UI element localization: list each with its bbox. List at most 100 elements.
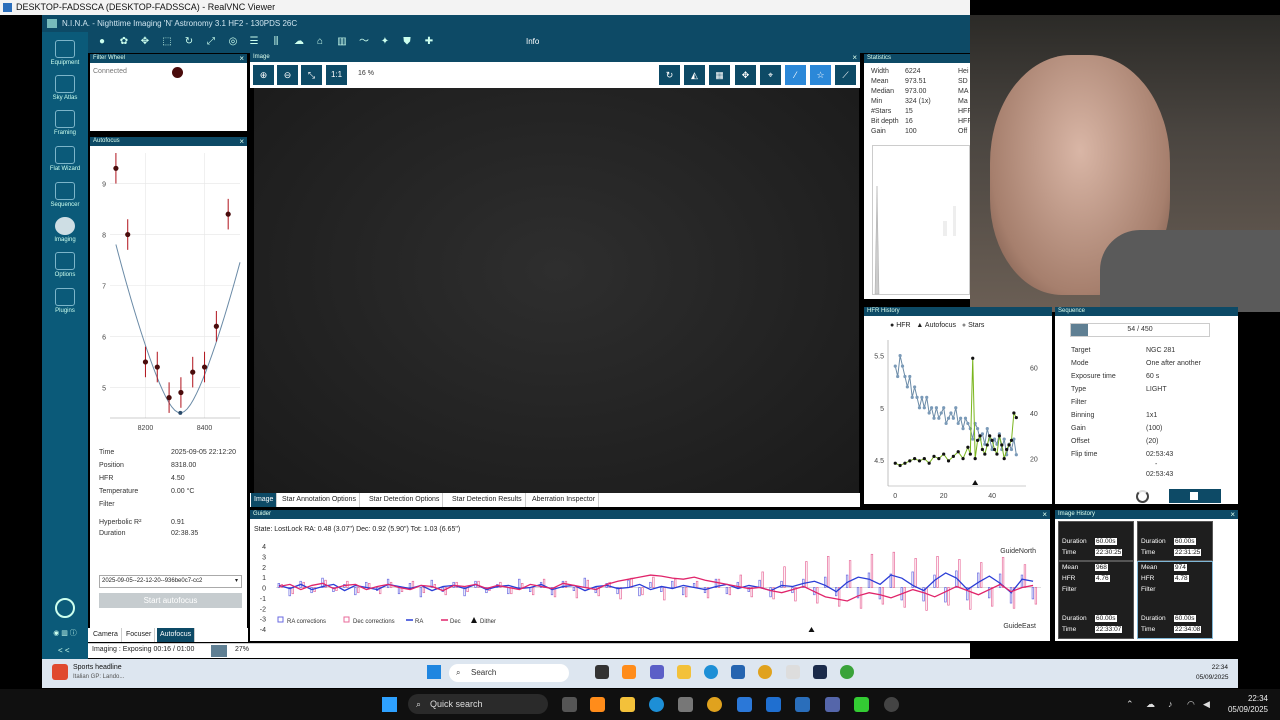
file-explorer-icon[interactable] [677, 665, 691, 679]
close-icon[interactable]: × [852, 53, 857, 62]
remote-clock[interactable]: 22:34 05/09/2025 [1196, 663, 1229, 683]
edge-icon[interactable] [704, 665, 718, 679]
windows-start-icon[interactable] [427, 665, 441, 679]
rotate-icon[interactable]: ↻ [659, 65, 680, 85]
shield-icon[interactable]: ⛊ [401, 36, 413, 48]
close-icon[interactable]: × [239, 54, 244, 63]
taskview-icon[interactable] [595, 665, 609, 679]
mail-icon[interactable] [737, 697, 752, 712]
hfr-point [910, 395, 914, 399]
lightbulb-icon[interactable]: ✦ [379, 36, 391, 48]
sidebar-item-imaging[interactable]: Imaging [42, 217, 88, 243]
windows-start-icon[interactable] [382, 697, 397, 712]
refresh-status-icon[interactable]: ↻ [183, 36, 195, 48]
focuser-status-icon[interactable]: ✥ [139, 36, 151, 48]
microphone-icon[interactable]: ♪ [1168, 699, 1173, 709]
stat-value: 973.00 [905, 88, 927, 95]
volume-icon[interactable]: ◀ [1203, 699, 1210, 710]
sidebar-small-icons[interactable]: ◉ ▥ ⓘ [46, 628, 84, 637]
crosshair-icon[interactable]: ✥ [735, 65, 756, 85]
store-icon[interactable] [731, 665, 745, 679]
autofocus-run-select[interactable]: 2025-09-05--22-12-20--936be0c7-cc2 ▾ [99, 575, 242, 588]
start-autofocus-button[interactable]: Start autofocus [99, 593, 242, 608]
star-detection-icon[interactable]: ☆ [810, 65, 831, 85]
phd2-icon[interactable] [840, 665, 854, 679]
close-icon[interactable]: × [1042, 510, 1047, 519]
tab-star-annotation-options[interactable]: Star Annotation Options [279, 493, 360, 507]
app-icon[interactable] [884, 697, 899, 712]
local-clock[interactable]: 22:34 05/09/2025 [1218, 693, 1268, 715]
history-card[interactable]: Mean 968 HFR 4.76 Filter Duration 60.00s Ti… [1058, 561, 1134, 639]
tab-camera[interactable]: Camera [90, 628, 122, 642]
plugin-icon[interactable]: ✚ [423, 36, 435, 48]
taskview-icon[interactable] [562, 697, 577, 712]
tab-star-detection-options[interactable]: Star Detection Options [366, 493, 444, 507]
image-canvas[interactable] [254, 88, 859, 493]
tab-star-detection-results[interactable]: Star Detection Results [449, 493, 526, 507]
camera-status-icon[interactable]: ● [96, 36, 108, 48]
telescope-status-icon[interactable]: ⤢ [205, 36, 217, 48]
realvnc-icon[interactable] [795, 697, 810, 712]
local-search-box[interactable]: ⌕ Quick search [408, 694, 548, 714]
close-icon[interactable]: × [1230, 510, 1235, 519]
edge-icon[interactable] [649, 697, 664, 712]
plate-solve-icon[interactable]: ⟋ [835, 65, 856, 85]
zoom-in-icon[interactable]: ⊕ [253, 65, 274, 85]
remote-search-box[interactable]: ⌕ Search [449, 664, 569, 682]
copilot-icon[interactable] [622, 665, 636, 679]
sidebar-item-sky-atlas[interactable]: Sky Atlas [42, 75, 88, 101]
zoom-out-icon[interactable]: ⊖ [277, 65, 298, 85]
nina-taskbar-icon[interactable] [813, 665, 827, 679]
stars-point [913, 457, 917, 461]
sidebar-item-framing[interactable]: Framing [42, 110, 88, 136]
history-card[interactable]: Duration 60.00s Time 22:30:25 [1058, 521, 1134, 561]
flip-icon[interactable]: ◭ [684, 65, 705, 85]
one-to-one-button[interactable]: 1:1 [326, 65, 347, 85]
file-explorer-icon[interactable] [620, 697, 635, 712]
power-icon[interactable] [55, 598, 75, 618]
close-icon[interactable]: × [239, 137, 244, 146]
copilot-icon[interactable] [590, 697, 605, 712]
store-icon[interactable] [678, 697, 693, 712]
trend-icon[interactable]: 〜 [358, 36, 370, 48]
wifi-icon[interactable]: ◠ [1187, 699, 1195, 710]
guider-status-icon[interactable]: ◎ [227, 36, 239, 48]
app-icon[interactable] [854, 697, 869, 712]
filter-wheel-status-icon[interactable]: ✿ [118, 36, 130, 48]
chrome-icon[interactable] [707, 697, 722, 712]
auto-stretch-icon[interactable]: ⁄ [785, 65, 806, 85]
news-widget[interactable]: Sports headline Italian GP: Lando... [46, 661, 196, 685]
grid-icon[interactable]: ▦ [709, 65, 730, 85]
app-icon[interactable] [786, 665, 800, 679]
sidebar-item-equipment[interactable]: Equipment [42, 40, 88, 66]
dropbox-icon[interactable] [766, 697, 781, 712]
fit-icon[interactable]: ⤡ [301, 65, 322, 85]
chevron-up-icon[interactable]: ⌃ [1126, 699, 1134, 710]
sequence-status-icon[interactable]: ☰ [248, 36, 260, 48]
sidebar-item-options[interactable]: Options [42, 252, 88, 278]
stop-sequence-button[interactable] [1169, 489, 1221, 503]
sidebar-item-flat-wizard[interactable]: Flat Wizard [42, 146, 88, 172]
sidebar-collapse-button[interactable]: < < [58, 646, 70, 655]
tab-autofocus[interactable]: Autofocus [157, 628, 196, 642]
settings-sliders-icon[interactable]: ⫼ [270, 36, 282, 48]
history-card[interactable]: Duration 60.00s Time 22:31:25 [1137, 521, 1213, 561]
rotator-status-icon[interactable]: ⬚ [161, 36, 173, 48]
chart-icon[interactable]: ▥ [336, 36, 348, 48]
seq-value: LIGHT [1146, 386, 1167, 393]
dome-icon[interactable]: ⌂ [314, 36, 326, 48]
sidebar-item-plugins[interactable]: Plugins [42, 288, 88, 314]
cloud-icon[interactable]: ☁ [1146, 699, 1155, 710]
sidebar-item-sequencer[interactable]: Sequencer [42, 182, 88, 208]
history-card-selected[interactable]: Mean 974 HFR 4.78 Filter Duration 60.00s Ti… [1137, 561, 1213, 639]
cloud-icon[interactable]: ☁ [293, 36, 305, 48]
info-tab[interactable]: Info [526, 36, 539, 48]
tab-aberration-inspector[interactable]: Aberration Inspector [529, 493, 600, 507]
chrome-icon[interactable] [758, 665, 772, 679]
app-icon[interactable] [825, 697, 840, 712]
tab-focuser[interactable]: Focuser [123, 628, 156, 642]
target-icon[interactable]: ⌖ [760, 65, 781, 85]
dec-correction-bar [925, 587, 928, 611]
teams-icon[interactable] [650, 665, 664, 679]
tab-image[interactable]: Image [251, 493, 278, 507]
